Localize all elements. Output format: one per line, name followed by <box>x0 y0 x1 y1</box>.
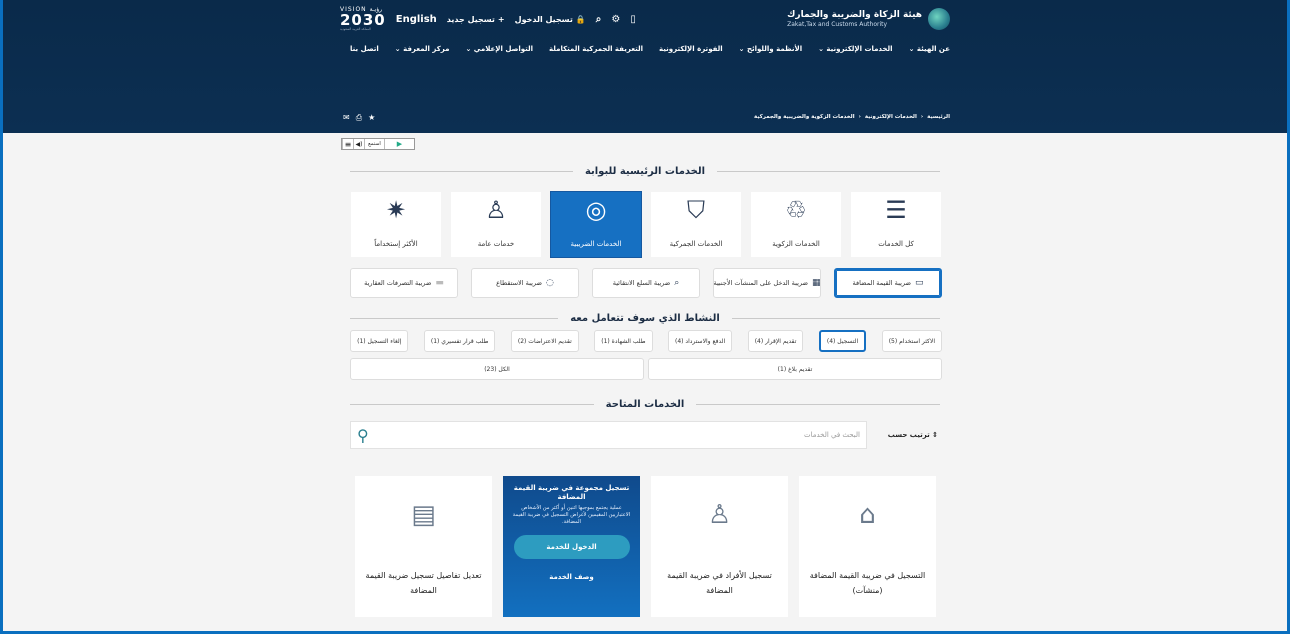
chip-most-used[interactable]: الاكثر استخدام (5) <box>881 330 942 352</box>
chevron-left-icon: ‹ <box>920 114 924 120</box>
vision-2030-logo: VISION رؤيـة 2030 المملكة العربية السعود… <box>340 6 386 31</box>
available-services-title: الخدمات المتاحة <box>350 399 940 410</box>
english-link[interactable]: English <box>396 14 437 25</box>
search-doc-icon: ⌕ <box>674 278 680 288</box>
tile-most-used[interactable]: ✷ الأكثر إستخداماً <box>351 192 441 257</box>
settings-icon[interactable]: ⚙ <box>611 14 620 25</box>
card-vat-registration-entities[interactable]: ⌂ التسجيل في ضريبة القيمة المضافة (منشآت… <box>799 476 936 617</box>
sort-by[interactable]: ⇕ ترتيب حسب <box>867 431 942 439</box>
activity-chips: الاكثر استخدام (5) التسجيل (4) تقديم الإ… <box>350 330 942 352</box>
menu-icon[interactable]: ≡ <box>342 139 353 149</box>
nav-knowledge[interactable]: مركز المعرفة ⌄ <box>395 45 450 53</box>
chevron-left-icon: ‹ <box>858 114 861 120</box>
tile-customs-services[interactable]: ⛉ الخدمات الجمركية <box>651 192 741 257</box>
login-link[interactable]: 🔒 تسجيل الدخول <box>515 15 586 24</box>
chip-interpretive-ruling[interactable]: طلب قرار تفسيري (1) <box>423 330 496 352</box>
brand-name-ar: هيئة الزكاة والضريبة والجمارك <box>787 9 922 20</box>
main-service-tiles: ☰ كل الخدمات ♲ الخدمات الزكوية ⛉ الخدمات… <box>349 191 941 258</box>
tile-zakat-services[interactable]: ♲ الخدمات الزكوية <box>751 192 841 257</box>
service-cards: ⌂ التسجيل في ضريبة القيمة المضافة (منشآت… <box>355 476 936 617</box>
tag-icon: ▬ <box>435 278 444 288</box>
vat-icon: ▭ <box>915 278 924 288</box>
main-nav: عن الهيئة ⌄ الخدمات الإلكترونية ⌄ الأنظم… <box>340 42 950 56</box>
nav-einvoicing[interactable]: الفوترة الإلكترونية <box>659 45 723 53</box>
brand[interactable]: هيئة الزكاة والضريبة والجمارك Zakat,Tax … <box>787 8 950 30</box>
person-desk-icon: ♙ <box>485 196 507 224</box>
chip-certificate[interactable]: طلب الشهادة (1) <box>594 330 653 352</box>
chip-deregistration[interactable]: إلغاء التسجيل (1) <box>350 330 409 352</box>
tile-tax-services[interactable]: ◎ الخدمات الضريبية <box>550 191 642 258</box>
print-icon[interactable]: ⎙ <box>356 113 362 123</box>
nav-contact[interactable]: اتصل بنا <box>350 45 379 53</box>
chip-registration[interactable]: التسجيل (4) <box>818 330 867 352</box>
search-icon[interactable]: ⌕ <box>596 14 602 25</box>
top-bar: هيئة الزكاة والضريبة والجمارك Zakat,Tax … <box>340 6 950 32</box>
lock-icon: 🔒 <box>575 14 586 24</box>
activity-wide-chips: تقديم بلاغ (1) الكل (23) <box>350 358 942 380</box>
list-icon: ☰ <box>885 196 907 224</box>
breadcrumb-eservices[interactable]: الخدمات الإلكترونية <box>865 114 917 120</box>
header-hero: هيئة الزكاة والضريبة والجمارك Zakat,Tax … <box>0 0 1290 133</box>
chip-report[interactable]: تقديم بلاغ (1) <box>648 358 942 380</box>
mobile-icon[interactable]: ▯ <box>630 14 636 25</box>
nav-eservices[interactable]: الخدمات الإلكترونية ⌄ <box>818 45 892 53</box>
zakat-hand-icon: ♲ <box>785 196 807 224</box>
activity-title: النشاط الذي سوف تتعامل معه <box>350 313 940 324</box>
search-icon[interactable]: ⚲ <box>357 426 369 445</box>
cursor-click-icon: ✷ <box>385 196 407 224</box>
brand-name-en: Zakat,Tax and Customs Authority <box>787 20 888 28</box>
breadcrumb-current: الخدمات الزكوية والضريبية والجمركية <box>754 114 855 120</box>
add-user-icon: + <box>497 14 505 24</box>
main-services-title: الخدمات الرئيسية للبوابة <box>350 166 940 177</box>
nav-tariff[interactable]: التعريفة الجمركية المتكاملة <box>549 45 643 53</box>
nav-about[interactable]: عن الهيئة ⌄ <box>909 45 950 53</box>
building-check-icon: ⌂ <box>859 500 876 530</box>
tax-type-pills: ▭ ضريبة القيمة المضافة ▦ ضريبة الدخل على… <box>350 268 942 298</box>
utility-links: ▯ ⚙ ⌕ 🔒 تسجيل الدخول + تسجيل جديد English … <box>340 7 636 31</box>
tile-all-services[interactable]: ☰ كل الخدمات <box>851 192 941 257</box>
document-edit-icon: ▤ <box>411 500 436 530</box>
enter-service-button[interactable]: الدخول للخدمة <box>513 534 630 559</box>
search-box: ⚲ <box>350 421 867 449</box>
chip-file-return[interactable]: تقديم الإقرار (4) <box>747 330 804 352</box>
breadcrumb: الرئيسية‹الخدمات الإلكترونية‹الخدمات الز… <box>754 114 950 120</box>
zatca-logo-icon <box>928 8 950 30</box>
pill-excise-tax[interactable]: ⌕ ضريبة السلع الانتقائية <box>592 268 700 298</box>
mail-icon[interactable]: ✉ <box>343 113 350 123</box>
pill-vat[interactable]: ▭ ضريبة القيمة المضافة <box>834 268 942 298</box>
chip-objections[interactable]: تقديم الاعتراضات (2) <box>510 330 579 352</box>
play-icon[interactable]: ▶ <box>384 139 414 149</box>
building-icon: ▦ <box>812 278 821 288</box>
tax-sar-icon: ◎ <box>585 196 607 224</box>
page-actions: ★ ⎙ ✉ <box>343 113 375 123</box>
audio-player: ≡ ◀) استمع ▶ <box>341 138 415 150</box>
nav-regulations[interactable]: الأنظمة واللوائح ⌄ <box>739 45 802 53</box>
service-description-link[interactable]: وصف الخدمة <box>549 573 594 581</box>
pill-real-estate-tax[interactable]: ▬ ضريبة التصرفات العقارية <box>350 268 458 298</box>
person-doc-icon: ♙ <box>707 500 732 530</box>
bulb-icon: ◌ <box>545 278 554 288</box>
search-input[interactable] <box>760 431 860 439</box>
tile-general-services[interactable]: ♙ خدمات عامة <box>451 192 541 257</box>
breadcrumb-home[interactable]: الرئيسية <box>927 114 950 120</box>
pill-foreign-income-tax[interactable]: ▦ ضريبة الدخل على المنشآت الأجنبية <box>713 268 821 298</box>
card-vat-registration-individuals[interactable]: ♙ تسجيل الأفراد في ضريبة القيمة المضافة <box>651 476 788 617</box>
card-vat-registration-edit[interactable]: ▤ تعديل تفاصيل تسجيل ضريبة القيمة المضاف… <box>355 476 492 617</box>
listen-label[interactable]: استمع <box>364 139 384 149</box>
chip-payment-refund[interactable]: الدفع والاسترداد (4) <box>668 330 733 352</box>
shield-icon: ⛉ <box>687 196 705 224</box>
pill-withholding-tax[interactable]: ◌ ضريبة الاستقطاع <box>471 268 579 298</box>
nav-media[interactable]: التواصل الإعلامي ⌄ <box>465 45 533 53</box>
star-icon[interactable]: ★ <box>368 113 375 123</box>
chip-all[interactable]: الكل (23) <box>350 358 644 380</box>
search-row: ⇕ ترتيب حسب ⚲ <box>350 421 942 449</box>
register-link[interactable]: + تسجيل جديد <box>447 15 505 24</box>
volume-icon[interactable]: ◀) <box>353 139 364 149</box>
card-vat-group-registration[interactable]: تسجيل مجموعة في ضريبة القيمة المضافة عمل… <box>503 476 640 617</box>
